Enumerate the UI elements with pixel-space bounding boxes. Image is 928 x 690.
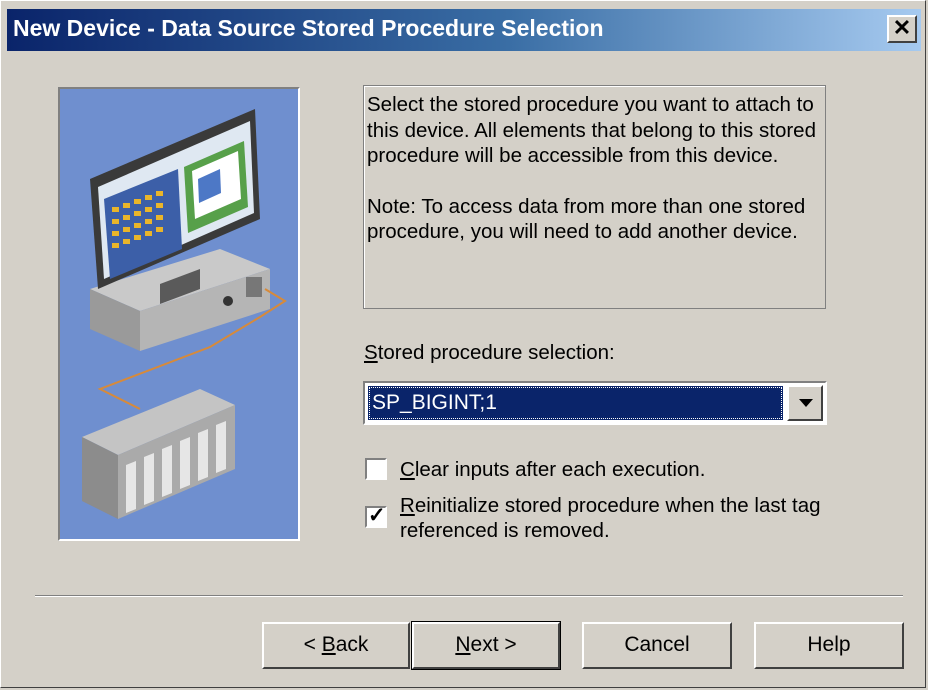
description-box: Select the stored procedure you want to … <box>363 85 826 309</box>
separator <box>35 595 903 597</box>
next-rest: ext > <box>470 633 517 656</box>
cancel-button[interactable]: Cancel <box>582 622 732 669</box>
reinitialize-label[interactable]: Reinitialize stored procedure when the l… <box>400 493 821 543</box>
clear-inputs-checkbox[interactable] <box>365 458 387 480</box>
dialog-window: New Device - Data Source Stored Procedur… <box>0 0 926 688</box>
back-rest: ack <box>335 633 369 656</box>
dropdown-button[interactable] <box>787 385 823 421</box>
title-bar[interactable]: New Device - Data Source Stored Procedur… <box>7 9 921 51</box>
stored-procedure-dropdown[interactable]: SP_BIGINT;1 <box>363 381 827 425</box>
reinitialize-label-rest: einitialize stored procedure when the la… <box>414 494 821 517</box>
label-rest: tored procedure selection: <box>377 341 615 364</box>
close-button[interactable]: ✕ <box>887 15 917 43</box>
window-title: New Device - Data Source Stored Procedur… <box>13 15 604 41</box>
reinitialize-accel: R <box>400 494 415 517</box>
description-note: Note: To access data from more than one … <box>367 194 806 244</box>
clear-inputs-label-rest: lear inputs after each execution. <box>414 458 706 481</box>
label-accel: S <box>364 341 378 364</box>
help-button[interactable]: Help <box>754 622 904 669</box>
close-icon: ✕ <box>892 15 912 40</box>
check-icon: ✓ <box>368 504 386 527</box>
clear-inputs-label[interactable]: Clear inputs after each execution. <box>400 457 705 482</box>
chevron-down-icon <box>799 399 813 407</box>
description-text: Select the stored procedure you want to … <box>367 93 816 167</box>
dropdown-selected-value: SP_BIGINT;1 <box>368 386 783 420</box>
back-prefix: < <box>303 633 322 656</box>
next-button[interactable]: Next > <box>411 621 561 670</box>
stored-procedure-label: Stored procedure selection: <box>364 341 615 365</box>
back-accel: B <box>321 633 336 656</box>
clear-inputs-accel: C <box>400 458 415 481</box>
reinitialize-checkbox[interactable]: ✓ <box>365 504 387 528</box>
reinitialize-label-line2: referenced is removed. <box>400 519 610 542</box>
back-button[interactable]: < Back <box>262 622 410 669</box>
device-network-illustration <box>58 87 300 541</box>
next-accel: N <box>455 633 471 656</box>
